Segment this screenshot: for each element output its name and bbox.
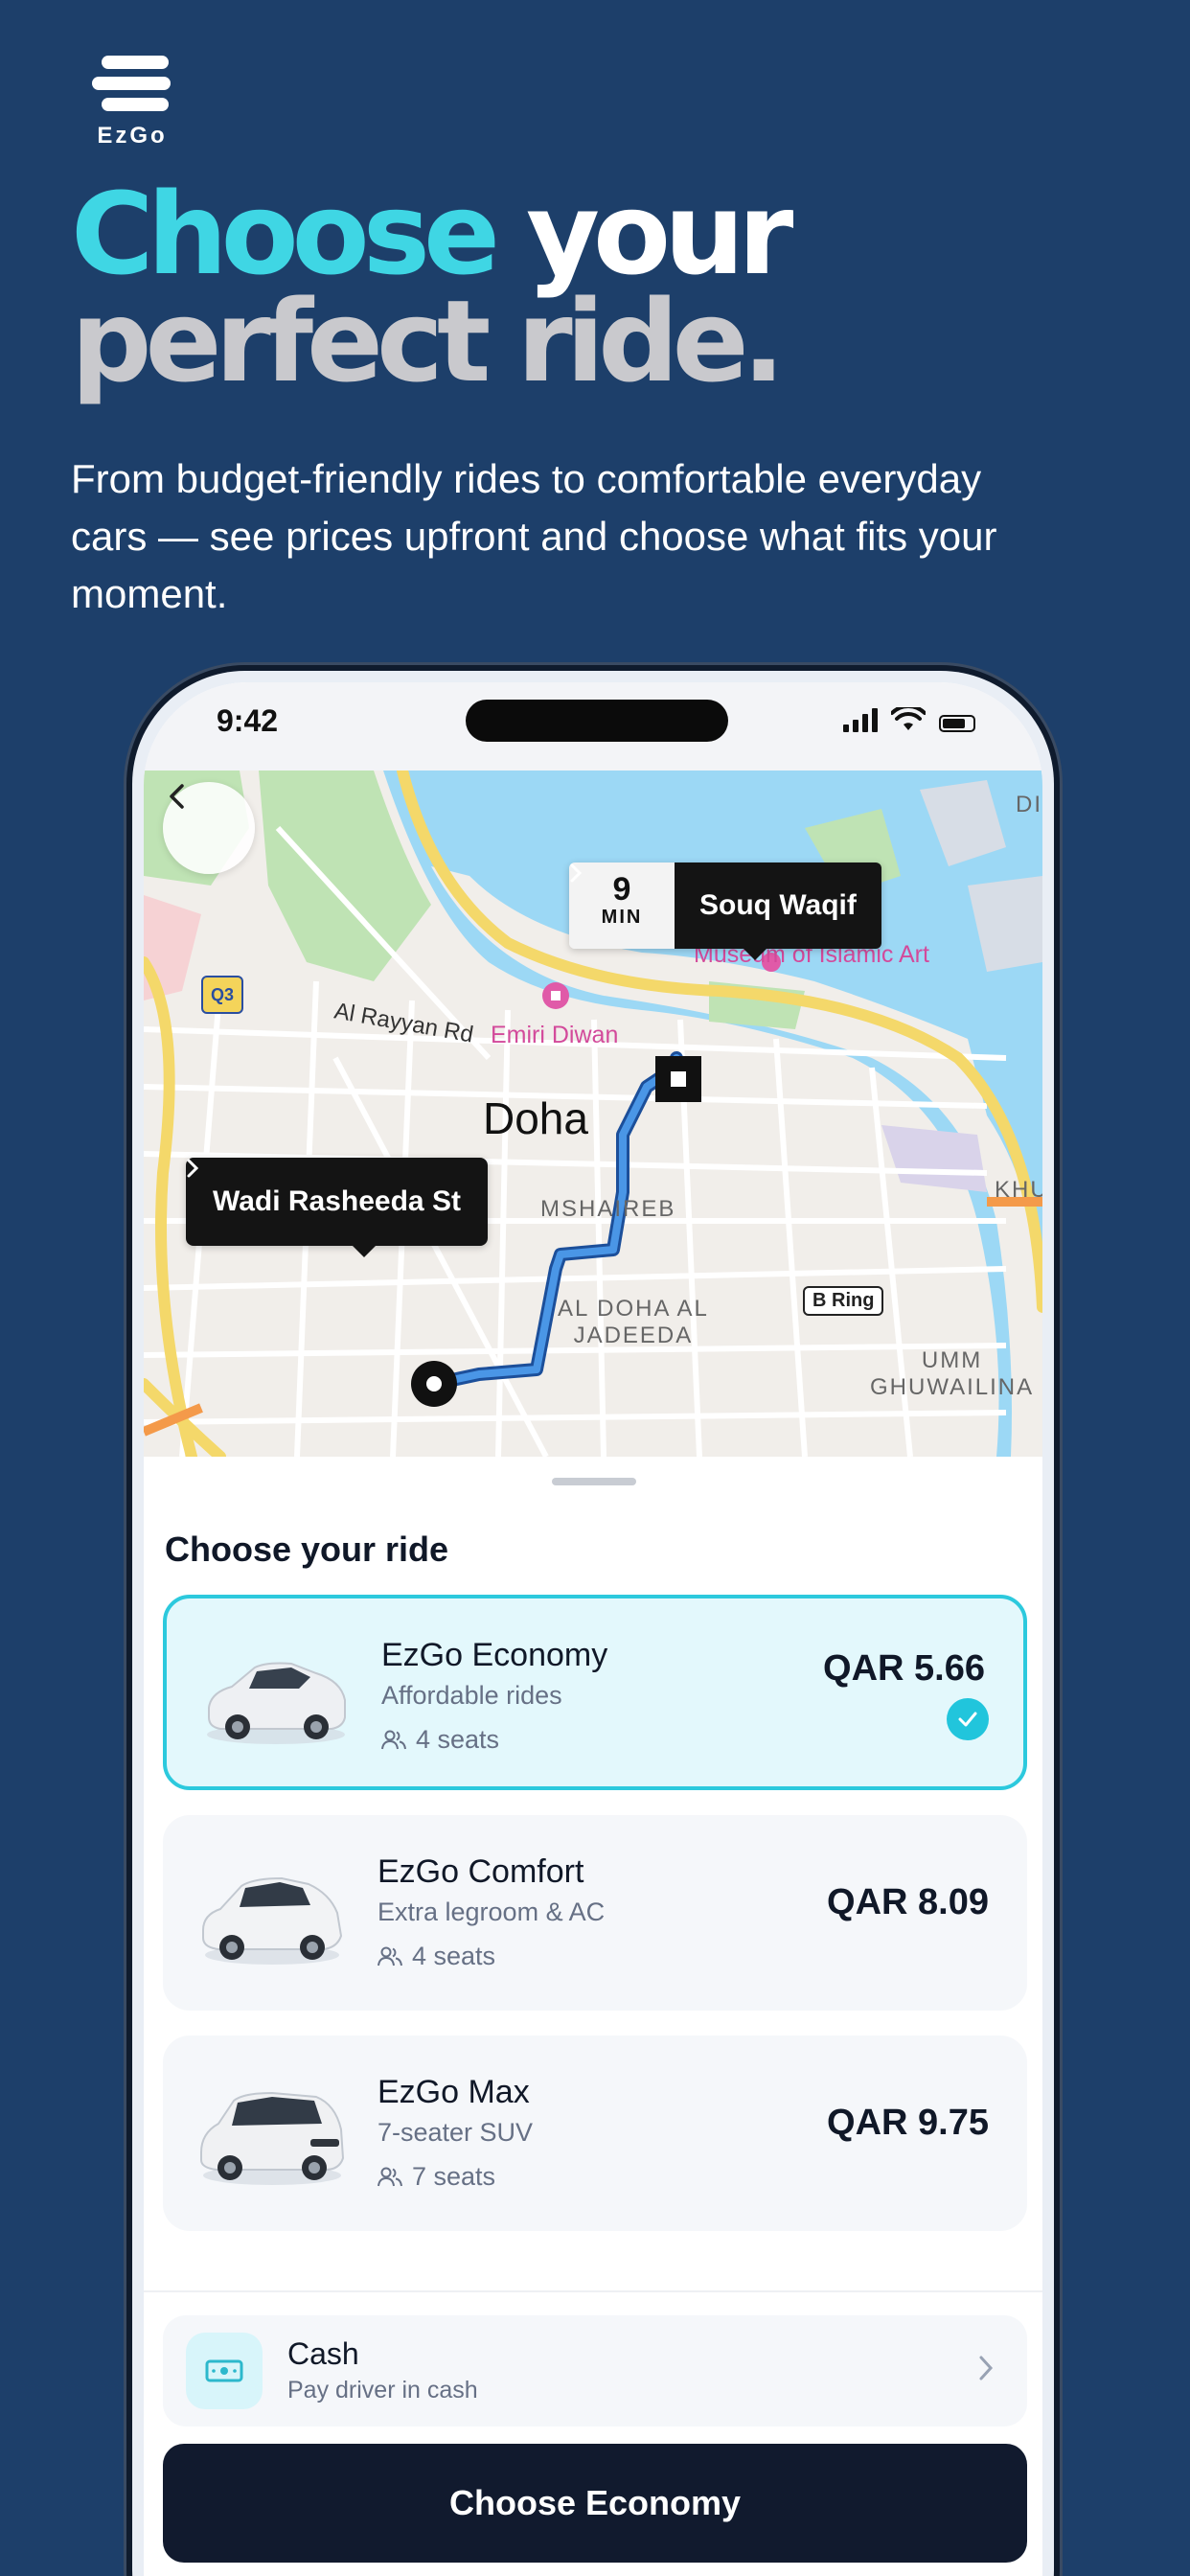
map-label-di: DI [1016,792,1042,817]
chevron-left-icon [170,784,184,809]
back-button[interactable] [163,782,255,874]
marketing-subcopy: From budget-friendly rides to comfortabl… [71,456,997,616]
sheet-grabber[interactable] [552,1478,636,1485]
status-bar: 9:42 [144,682,1042,770]
ride-option-economy[interactable]: EzGo Economy Affordable rides 4 seats QA… [163,1595,1027,1790]
map-label-mshaireb: MSHAIREB [540,1196,676,1222]
choose-economy-button[interactable]: Choose Economy [163,2444,1027,2563]
ride-option-comfort[interactable]: EzGo Comfort Extra legroom & AC 4 seats … [163,1815,1027,2011]
map-label-al-doha-al-jadeeda: AL DOHA AL JADEEDA [558,1296,709,1348]
ride-description: 7-seater SUV [378,2118,534,2147]
dynamic-island [466,700,728,742]
phone-frame: 9:42 Q3 Al Rayyan Rd Emiri Diwan Museum … [132,671,1054,2576]
phone-screen: 9:42 Q3 Al Rayyan Rd Emiri Diwan Museum … [144,682,1042,2576]
ride-selection-sheet: Choose your ride EzGo Economy Affordable… [144,1457,1042,2576]
logo-mark-icon [92,56,172,115]
destination-label: Souq Waqif [570,862,881,949]
map-label-b-ring: B Ring [803,1286,884,1316]
cash-icon [186,2333,263,2409]
chevron-right-icon [570,863,583,883]
ride-price: QAR 9.75 [827,2103,989,2143]
destination-callout[interactable]: 9 MIN Souq Waqif [569,862,881,949]
marketing-headline: Choose your perfect ride. [71,177,793,407]
logo-wordmark: EzGo [97,123,168,149]
map-label-khu: KHU [995,1177,1042,1203]
ride-seats: 4 seats [381,1725,499,1755]
ride-description: Affordable rides [381,1681,562,1710]
ride-description: Extra legroom & AC [378,1898,606,1926]
ride-name: EzGo Economy [381,1637,608,1673]
payment-title: Cash [287,2336,359,2371]
sheet-divider [144,2290,1042,2292]
headline-line-2: perfect ride. [71,275,785,407]
sheet-title: Choose your ride [165,1530,449,1569]
chevron-right-icon [979,2356,994,2380]
map-label-umm-ghuwailina: UMM GHUWAILINA [870,1347,1035,1400]
ride-price: QAR 5.66 [823,1648,985,1689]
eta-value: 9 [612,871,631,908]
sedan-car-icon [202,1876,343,1965]
map-label-doha: Doha [483,1093,588,1143]
eta-badge: 9 MIN [569,862,675,949]
destination-name: Souq Waqif [699,889,857,921]
wifi-icon [891,707,926,730]
status-time: 9:42 [217,703,279,738]
ezgo-logo: EzGo [92,56,180,150]
origin-name: Wadi Rasheeda St [213,1185,461,1217]
map-label-emiri-diwan: Emiri Diwan [491,1022,619,1048]
users-icon [378,1946,402,1966]
ride-seats: 7 seats [378,2162,495,2192]
route-map[interactable]: Q3 Al Rayyan Rd Emiri Diwan Museum of Is… [144,770,1042,1457]
origin-callout[interactable]: Wadi Rasheeda St [186,1158,488,1257]
route-shield-q3: Q3 [201,976,243,1014]
users-icon [381,1730,406,1749]
payment-method-row[interactable]: Cash Pay driver in cash [163,2315,1027,2426]
status-icons [843,707,975,732]
cellular-signal-icon [843,707,878,732]
ride-price: QAR 8.09 [827,1882,989,1922]
destination-callout-pointer [744,949,767,960]
selected-check-icon [947,1698,989,1740]
ride-seats: 4 seats [378,1942,495,1971]
eta-unit: MIN [601,907,643,928]
ride-name: EzGo Comfort [378,1853,584,1890]
ride-option-max[interactable]: EzGo Max 7-seater SUV 7 seats QAR 9.75 [163,2036,1027,2231]
suv-car-icon [200,2091,345,2185]
battery-icon [939,715,975,732]
ride-name: EzGo Max [378,2074,530,2110]
users-icon [378,2167,402,2186]
payment-subtitle: Pay driver in cash [287,2377,478,2404]
sedan-car-icon [207,1662,346,1744]
chevron-right-icon [187,1159,199,1178]
